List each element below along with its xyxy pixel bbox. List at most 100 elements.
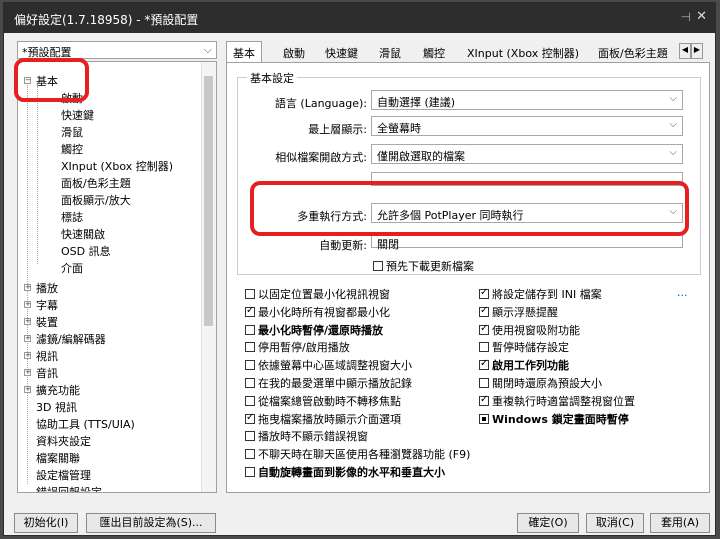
close-icon[interactable]: ✕ <box>696 9 707 24</box>
option-checkbox[interactable]: 播放時不顯示錯誤視窗 <box>245 428 368 444</box>
option-label: Windows 鎖定畫面時暫停 <box>492 412 629 426</box>
highlight-basic <box>14 58 89 102</box>
option-checkbox[interactable]: 自動旋轉畫面到影像的水平和垂直大小 <box>245 464 445 480</box>
topmost-select[interactable]: 全螢幕時 ⌵ <box>371 116 683 136</box>
option-label: 最小化時暫停/還原時播放 <box>258 323 384 337</box>
init-button[interactable]: 初始化(I) <box>14 513 78 533</box>
tree-item-video[interactable]: 視訊 <box>36 348 58 364</box>
apply-button[interactable]: 套用(A) <box>650 513 710 533</box>
option-label: 將設定儲存到 INI 檔案 <box>492 288 602 301</box>
option-checkbox[interactable]: 使用視窗吸附功能 <box>479 322 580 338</box>
preferences-window: 偏好設定(1.7.18958) - *預設配置 ⊣ ✕ *預設配置 ⌵ − 基本… <box>3 2 716 536</box>
expand-icon[interactable]: + <box>24 318 31 325</box>
option-checkbox[interactable]: 以固定位置最小化視訊視窗 <box>245 286 390 302</box>
tree-item-accessibility[interactable]: 協助工具 (TTS/UIA) <box>36 416 135 432</box>
scrollbar-thumb[interactable] <box>204 76 213 326</box>
similar-files-label: 相似檔案開啟方式: <box>275 151 367 164</box>
language-select[interactable]: 自動選擇 (建議) ⌵ <box>371 90 683 110</box>
chevron-down-icon: ⌵ <box>669 119 677 130</box>
ok-button[interactable]: 確定(O) <box>517 513 579 533</box>
tree-item-logo[interactable]: 標誌 <box>61 209 83 225</box>
option-checkbox[interactable]: 停用暫停/啟用播放 <box>245 339 350 355</box>
tab-startup[interactable]: 啟動 <box>276 41 312 63</box>
tree-item-interface[interactable]: 介面 <box>61 260 83 276</box>
tab-skin[interactable]: 面板/色彩主題 <box>591 41 675 63</box>
tree-item-folders[interactable]: 資料夾設定 <box>36 433 91 449</box>
tree-item-extensions[interactable]: 擴充功能 <box>36 382 80 398</box>
option-checkbox[interactable]: 在我的最愛選單中顯示播放記錄 <box>245 375 412 391</box>
option-label: 最小化時所有視窗都最小化 <box>258 305 390 319</box>
tree-item-touch[interactable]: 觸控 <box>61 141 83 157</box>
option-checkbox[interactable]: 最小化時所有視窗都最小化 <box>245 304 390 320</box>
export-button[interactable]: 匯出目前設定為(S)... <box>86 513 216 533</box>
more-link[interactable]: ... <box>677 286 688 299</box>
option-checkbox[interactable]: 不聊天時在聊天區使用各種瀏覽器功能 (F9) <box>245 446 470 462</box>
expand-icon[interactable]: + <box>24 369 31 376</box>
tree-item-3d-video[interactable]: 3D 視訊 <box>36 399 77 415</box>
checkbox-box <box>479 394 489 406</box>
tab-basic[interactable]: 基本 <box>226 41 262 64</box>
expand-icon[interactable]: + <box>24 335 31 342</box>
checkbox-box <box>373 261 383 271</box>
option-label: 以固定位置最小化視訊視窗 <box>258 288 390 301</box>
similar-files-value: 僅開啟選取的檔案 <box>377 150 465 163</box>
option-checkbox[interactable]: 拖曳檔案播放時顯示介面選項 <box>245 411 401 427</box>
tree-item-devices[interactable]: 裝置 <box>36 314 58 330</box>
option-checkbox[interactable]: 暫停時儲存設定 <box>479 339 569 355</box>
pin-icon[interactable]: ⊣ <box>681 10 691 24</box>
topmost-value: 全螢幕時 <box>377 122 421 135</box>
option-label: 播放時不顯示錯誤視窗 <box>258 430 368 444</box>
tree-item-hotkeys[interactable]: 快速鍵 <box>61 107 94 123</box>
chevron-right-icon[interactable]: ▶ <box>691 43 703 59</box>
tree-item-mouse[interactable]: 滑鼠 <box>61 124 83 140</box>
similar-files-select[interactable]: 僅開啟選取的檔案 ⌵ <box>371 144 683 164</box>
preset-select[interactable]: *預設配置 ⌵ <box>17 41 217 59</box>
option-checkbox[interactable]: 依據螢幕中心區域調整視窗大小 <box>245 357 412 373</box>
expand-icon[interactable]: + <box>24 386 31 393</box>
tab-hotkeys[interactable]: 快速鍵 <box>318 41 365 63</box>
option-checkbox[interactable]: 關閉時還原為預設大小 <box>479 375 602 391</box>
predownload-checkbox[interactable]: 預先下載更新檔案 <box>373 258 474 274</box>
tab-touch[interactable]: 觸控 <box>416 41 452 63</box>
language-value: 自動選擇 (建議) <box>377 96 456 109</box>
tree-item-associations[interactable]: 檔案關聯 <box>36 450 80 466</box>
option-checkbox[interactable]: Windows 鎖定畫面時暫停 <box>479 411 629 427</box>
tree-item-subtitles[interactable]: 字幕 <box>36 297 58 313</box>
cancel-button[interactable]: 取消(C) <box>586 513 644 533</box>
option-checkbox[interactable]: 從檔案總管啟動時不轉移焦點 <box>245 393 401 409</box>
tree-item-quick-open[interactable]: 快速關啟 <box>61 226 105 242</box>
option-checkbox[interactable]: 啟用工作列功能 <box>479 357 569 373</box>
checkbox-box <box>479 378 489 388</box>
option-label: 依據螢幕中心區域調整視窗大小 <box>258 359 412 373</box>
option-label: 停用暫停/啟用播放 <box>258 341 350 355</box>
tree-item-skin[interactable]: 面板/色彩主題 <box>61 175 131 191</box>
option-checkbox[interactable]: 將設定儲存到 INI 檔案 <box>479 286 602 302</box>
tree-item-panel-zoom[interactable]: 面板顯示/放大 <box>61 192 131 208</box>
option-label: 顯示浮懸提醒 <box>492 305 558 319</box>
tree-item-xinput[interactable]: XInput (Xbox 控制器) <box>61 158 173 174</box>
tree-connector <box>27 78 28 484</box>
option-checkbox[interactable]: 顯示浮懸提醒 <box>479 304 558 320</box>
tree-item-osd[interactable]: OSD 訊息 <box>61 243 111 259</box>
tree-item-playback[interactable]: 播放 <box>36 280 58 296</box>
chevron-left-icon[interactable]: ◀ <box>679 43 691 59</box>
chevron-down-icon: ⌵ <box>669 147 677 158</box>
expand-icon[interactable]: + <box>24 301 31 308</box>
expand-icon[interactable]: + <box>24 284 31 291</box>
title-bar: 偏好設定(1.7.18958) - *預設配置 ⊣ ✕ <box>4 3 715 33</box>
tab-xinput[interactable]: XInput (Xbox 控制器) <box>460 41 586 63</box>
tree-scrollbar[interactable] <box>201 62 216 492</box>
option-checkbox[interactable]: 重複執行時適當調整視窗位置 <box>479 393 635 409</box>
tree-item-filters[interactable]: 濾鏡/編解碼器 <box>36 331 106 347</box>
checkbox-box <box>245 289 255 299</box>
option-checkbox[interactable]: 最小化時暫停/還原時播放 <box>245 322 383 338</box>
auto-update-label: 自動更新: <box>319 239 367 252</box>
tab-mouse[interactable]: 滑鼠 <box>372 41 408 63</box>
tree-item-profile[interactable]: 設定檔管理 <box>36 467 91 483</box>
tree-item-error-report[interactable]: 錯誤回報設定 <box>36 484 102 492</box>
tree-item-audio[interactable]: 音訊 <box>36 365 58 381</box>
language-label: 語言 (Language): <box>274 97 367 110</box>
checkbox-box <box>479 305 489 317</box>
checkbox-box <box>479 323 489 335</box>
expand-icon[interactable]: + <box>24 352 31 359</box>
